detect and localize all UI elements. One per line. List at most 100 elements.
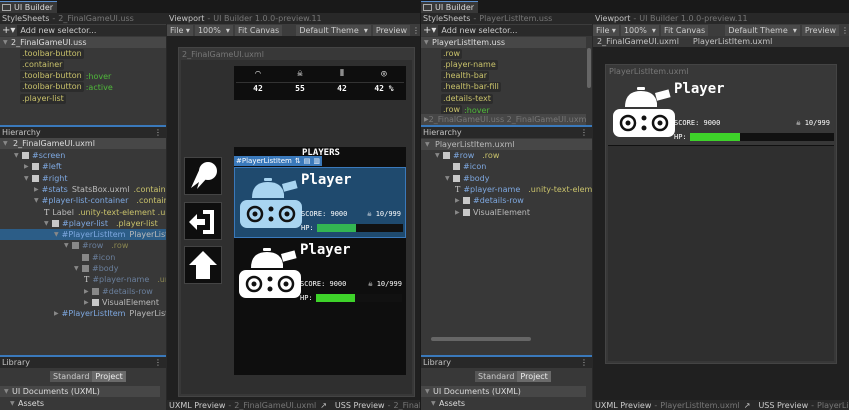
library-item[interactable]: Assets [18, 399, 44, 408]
element-icon [92, 287, 99, 295]
selector-item[interactable]: .toolbar-button:active [0, 82, 166, 93]
stylesheet-file[interactable]: 2_FinalGameUI.uss [11, 38, 87, 47]
more-icon[interactable]: ⋮ [841, 26, 849, 35]
viewport-sub: UI Builder 1.0.0-preview.11 [639, 14, 748, 23]
hierarchy-item[interactable]: ▼ #player-list .player-list [0, 218, 166, 229]
breadcrumb-item[interactable]: PlayerListItem.uxml [693, 37, 772, 46]
hierarchy-item[interactable]: ▶ VisualElement [0, 297, 166, 308]
more-icon[interactable]: ⋮ [580, 358, 588, 367]
exit-button[interactable] [184, 202, 222, 240]
horizontal-scrollbar[interactable] [431, 337, 531, 341]
theme-dropdown[interactable]: Default Theme ▾ [725, 24, 800, 36]
library-item[interactable]: UI Documents (UXML) [12, 387, 100, 396]
reorder-icon[interactable]: ⇅ [295, 157, 301, 165]
element-icon [453, 174, 460, 182]
add-selector-input[interactable]: Add new selector... [17, 24, 166, 36]
hierarchy-item[interactable]: TLabel.unity-text-element .unity- [0, 207, 166, 218]
hierarchy-item[interactable]: ▼#PlayerListItemPlayerListItem.uxml [0, 229, 166, 241]
more-icon[interactable]: ⋮ [412, 26, 420, 35]
skull-icon: ☠ [368, 280, 373, 288]
selected-element-label[interactable]: #PlayerListItem ⇅ ▤ ▥ [234, 156, 322, 166]
window-tab[interactable]: UI Builder [0, 1, 58, 13]
theme-dropdown[interactable]: Default Theme ▾ [296, 24, 371, 36]
viewport-sub: UI Builder 1.0.0-preview.11 [213, 14, 322, 23]
hierarchy-item[interactable]: ▶ #details-row [0, 286, 166, 297]
fit-canvas-button[interactable]: Fit Canvas [234, 24, 283, 36]
breadcrumb-item[interactable]: 2_FinalGameUI.uxml [597, 37, 679, 46]
hierarchy-item[interactable]: #icon [0, 252, 166, 263]
hierarchy-item[interactable]: ▼ #body [421, 173, 592, 184]
selector-item[interactable]: .toolbar-button [0, 48, 166, 59]
library-tab-project[interactable]: Project [92, 371, 126, 382]
hierarchy-item[interactable]: ▼ #body [0, 263, 166, 274]
add-icon[interactable]: +▾ [2, 25, 15, 36]
stylesheet-file[interactable]: PlayerListItem.uss [432, 38, 505, 47]
open-external-icon[interactable]: ↗ [320, 401, 327, 410]
zoom-dropdown[interactable]: 100% ▾ [194, 24, 233, 36]
open-external-icon[interactable]: ↗ [744, 401, 751, 410]
player-list-item[interactable]: Player SCORE: 9000 ☠ 10/999 HP: [234, 238, 406, 309]
library-item[interactable]: Assets [439, 399, 465, 408]
hierarchy-item[interactable]: ▶ VisualElement [421, 207, 592, 218]
uss-preview-file: 2_FinalGameUI.uss [393, 400, 421, 410]
hierarchy-item[interactable]: ▼ #right [0, 173, 166, 184]
library-tab-project[interactable]: Project [517, 371, 551, 382]
selector-item[interactable]: .details-text [421, 93, 592, 104]
health-bar [690, 133, 834, 141]
hierarchy-item[interactable]: ▼ #row .row [421, 150, 592, 161]
selector-item[interactable]: .toolbar-button:hover [0, 71, 166, 82]
comet-button[interactable] [184, 157, 222, 195]
hierarchy-item[interactable]: ▼ #row .row [0, 240, 166, 251]
more-icon[interactable]: ⋮ [580, 128, 588, 137]
file-menu[interactable]: File ▾ [593, 24, 619, 36]
fit-canvas-button[interactable]: Fit Canvas [660, 24, 709, 36]
library-panel: Standard Project ▼ UI Documents (UXML) ▼ As… [421, 368, 592, 410]
library-tab-standard[interactable]: Standard [50, 371, 93, 382]
selector-item[interactable]: .health-bar-fill [421, 82, 592, 93]
skull-icon: ☠ [297, 69, 303, 79]
add-icon[interactable]: +▾ [423, 25, 436, 36]
selector-item[interactable]: .player-name [421, 59, 592, 70]
window-tab[interactable]: UI Builder [421, 1, 479, 13]
hierarchy-item[interactable]: ▶#statsStatsBox.uxml.container [0, 184, 166, 195]
hierarchy-item[interactable]: ▶#PlayerListItemPlayerListItem.uxml [0, 308, 166, 319]
uss-preview-title: USS Preview [334, 400, 385, 410]
hierarchy-item[interactable]: T#player-name.unity-text-element .u [421, 184, 592, 195]
hierarchy-item[interactable]: ▼#player-list-container.container [0, 195, 166, 206]
delete-icon[interactable]: ▥ [313, 157, 320, 165]
hierarchy-title: Hierarchy [2, 128, 41, 137]
stylesheets-title: StyleSheets [423, 14, 471, 23]
hierarchy-item[interactable]: ▶ #left [0, 161, 166, 172]
preview-button[interactable]: Preview [801, 24, 839, 36]
health-bar-fill [316, 294, 355, 302]
preview-button[interactable]: Preview [372, 24, 410, 36]
add-selector-input[interactable]: Add new selector... [438, 24, 592, 36]
hierarchy-item[interactable]: ▼ #screen [0, 150, 166, 161]
player-list-item[interactable]: Player SCORE: 9000 ☠ 10/999 HP: [235, 168, 405, 237]
library-title: Library [2, 358, 30, 367]
hierarchy-root[interactable]: PlayerListItem.uxml [435, 140, 514, 149]
player-kills: 10/999 [376, 280, 402, 288]
hierarchy-item[interactable]: ▶ #details-row [421, 195, 592, 206]
more-icon[interactable]: ⋮ [154, 358, 162, 367]
player-kills: 10/999 [804, 119, 830, 127]
player-score: SCORE: 9000 [674, 119, 721, 127]
selector-item[interactable]: .container [0, 59, 166, 70]
player-list-item[interactable]: Player SCORE: 9000 ☠ 10/999 HP: [608, 77, 834, 145]
ammo-icon: ⦀ [340, 69, 344, 79]
file-menu[interactable]: File ▾ [167, 24, 193, 36]
library-item[interactable]: UI Documents (UXML) [433, 387, 521, 396]
selector-item[interactable]: .player-list [0, 93, 166, 104]
zoom-dropdown[interactable]: 100% ▾ [620, 24, 659, 36]
upgrade-button[interactable] [184, 246, 222, 284]
selector-item[interactable]: .row [421, 48, 592, 59]
hierarchy-item[interactable]: T#player-name.unity-text-element [0, 274, 166, 285]
stylesheet-file[interactable]: 2_FinalGameUI.uss 2_FinalGameUI.uxml [429, 115, 586, 124]
edit-icon[interactable]: ▤ [304, 157, 311, 165]
hierarchy-item[interactable]: #icon [421, 161, 592, 172]
selector-item[interactable]: .health-bar [421, 71, 592, 82]
scrollbar[interactable] [587, 48, 591, 88]
library-tab-standard[interactable]: Standard [475, 371, 518, 382]
hierarchy-root[interactable]: 2_FinalGameUI.uxml [13, 139, 95, 148]
more-icon[interactable]: ⋮ [154, 128, 162, 137]
